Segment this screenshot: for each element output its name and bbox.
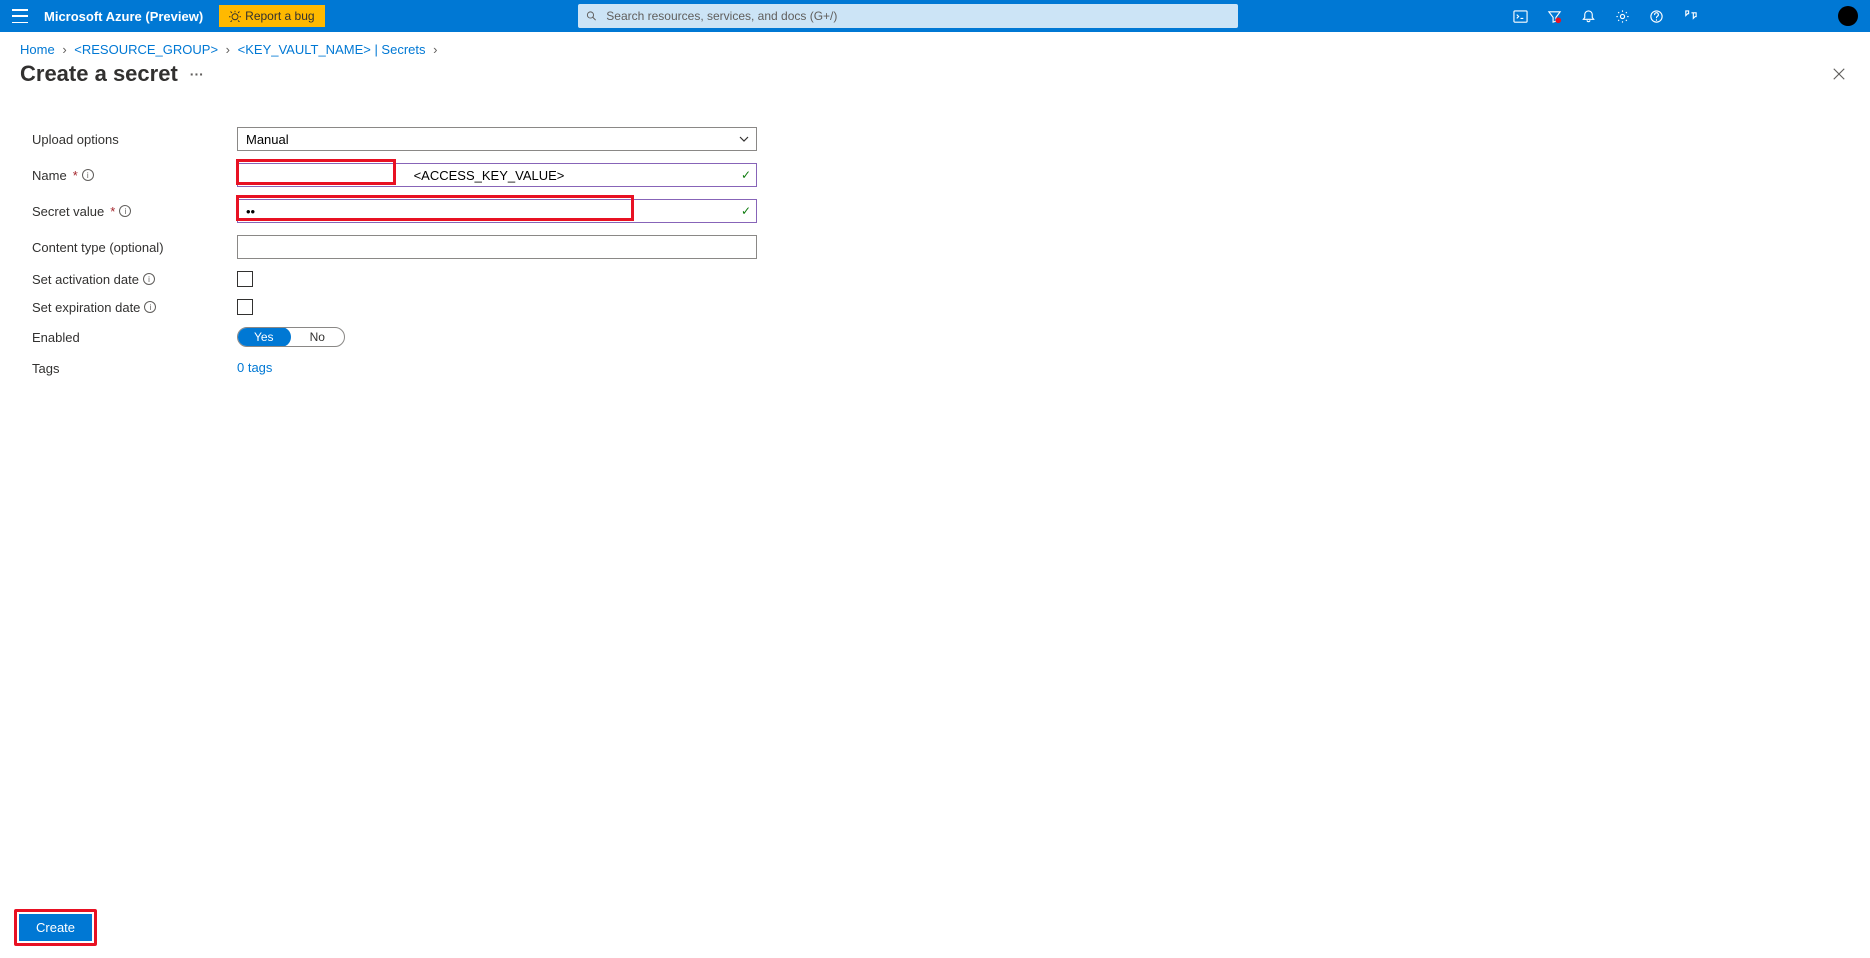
secret-value-label: Secret value * i: [32, 204, 237, 219]
brand-label[interactable]: Microsoft Azure (Preview): [44, 9, 203, 24]
search-container: [578, 4, 1238, 28]
enabled-label: Enabled: [32, 330, 237, 345]
name-input[interactable]: [237, 163, 757, 187]
page-title: Create a secret ···: [20, 61, 204, 87]
secret-value-label-text: Secret value: [32, 204, 104, 219]
upload-options-label: Upload options: [32, 132, 237, 147]
highlight-box: Create: [14, 909, 97, 946]
report-bug-button[interactable]: Report a bug: [219, 5, 324, 27]
feedback-icon[interactable]: [1682, 8, 1698, 24]
help-icon[interactable]: [1648, 8, 1664, 24]
activation-date-checkbox[interactable]: [237, 271, 253, 287]
activation-date-label: Set activation date i: [32, 272, 237, 287]
more-icon[interactable]: ···: [190, 66, 204, 82]
page-title-text: Create a secret: [20, 61, 178, 87]
breadcrumb-resource-group[interactable]: <RESOURCE_GROUP>: [74, 42, 218, 57]
expiration-date-checkbox[interactable]: [237, 299, 253, 315]
content-type-label: Content type (optional): [32, 240, 237, 255]
top-icons: [1512, 8, 1698, 24]
settings-icon[interactable]: [1614, 8, 1630, 24]
name-input-wrap: ✓: [237, 163, 757, 187]
breadcrumb: Home › <RESOURCE_GROUP> › <KEY_VAULT_NAM…: [0, 32, 1870, 57]
upload-options-dropdown[interactable]: Manual: [237, 127, 757, 151]
secret-value-input-wrap: ✓: [237, 199, 757, 223]
toggle-no[interactable]: No: [291, 328, 345, 346]
bug-icon: [229, 10, 241, 22]
chevron-right-icon: ›: [62, 42, 66, 57]
tags-label: Tags: [32, 361, 237, 376]
info-icon[interactable]: i: [82, 169, 94, 181]
expiration-date-text: Set expiration date: [32, 300, 140, 315]
breadcrumb-secrets[interactable]: <KEY_VAULT_NAME> | Secrets: [238, 42, 426, 57]
activation-date-text: Set activation date: [32, 272, 139, 287]
topbar: Microsoft Azure (Preview) Report a bug: [0, 0, 1870, 32]
content-type-input[interactable]: [237, 235, 757, 259]
search-input[interactable]: [578, 4, 1238, 28]
name-label: Name * i: [32, 168, 237, 183]
secret-value-input[interactable]: [237, 199, 757, 223]
upload-options-value[interactable]: Manual: [237, 127, 757, 151]
create-secret-form: Upload options Manual Name * i ✓ Secret v…: [0, 87, 1870, 377]
required-asterisk: *: [110, 204, 115, 219]
info-icon[interactable]: i: [119, 205, 131, 217]
directory-filter-icon[interactable]: [1546, 8, 1562, 24]
toggle-yes[interactable]: Yes: [237, 327, 291, 347]
info-icon[interactable]: i: [143, 273, 155, 285]
name-label-text: Name: [32, 168, 67, 183]
required-asterisk: *: [73, 168, 78, 183]
cloud-shell-icon[interactable]: [1512, 8, 1528, 24]
expiration-date-label: Set expiration date i: [32, 300, 237, 315]
report-bug-label: Report a bug: [245, 9, 314, 23]
chevron-right-icon: ›: [226, 42, 230, 57]
footer: Create: [0, 909, 97, 946]
avatar[interactable]: [1838, 6, 1858, 26]
create-button[interactable]: Create: [19, 914, 92, 941]
chevron-right-icon: ›: [433, 42, 437, 57]
tags-link[interactable]: 0 tags: [237, 360, 272, 375]
notifications-icon[interactable]: [1580, 8, 1596, 24]
info-icon[interactable]: i: [144, 301, 156, 313]
menu-icon[interactable]: [12, 9, 28, 23]
enabled-toggle[interactable]: Yes No: [237, 327, 345, 347]
breadcrumb-home[interactable]: Home: [20, 42, 55, 57]
close-icon[interactable]: [1828, 63, 1850, 85]
